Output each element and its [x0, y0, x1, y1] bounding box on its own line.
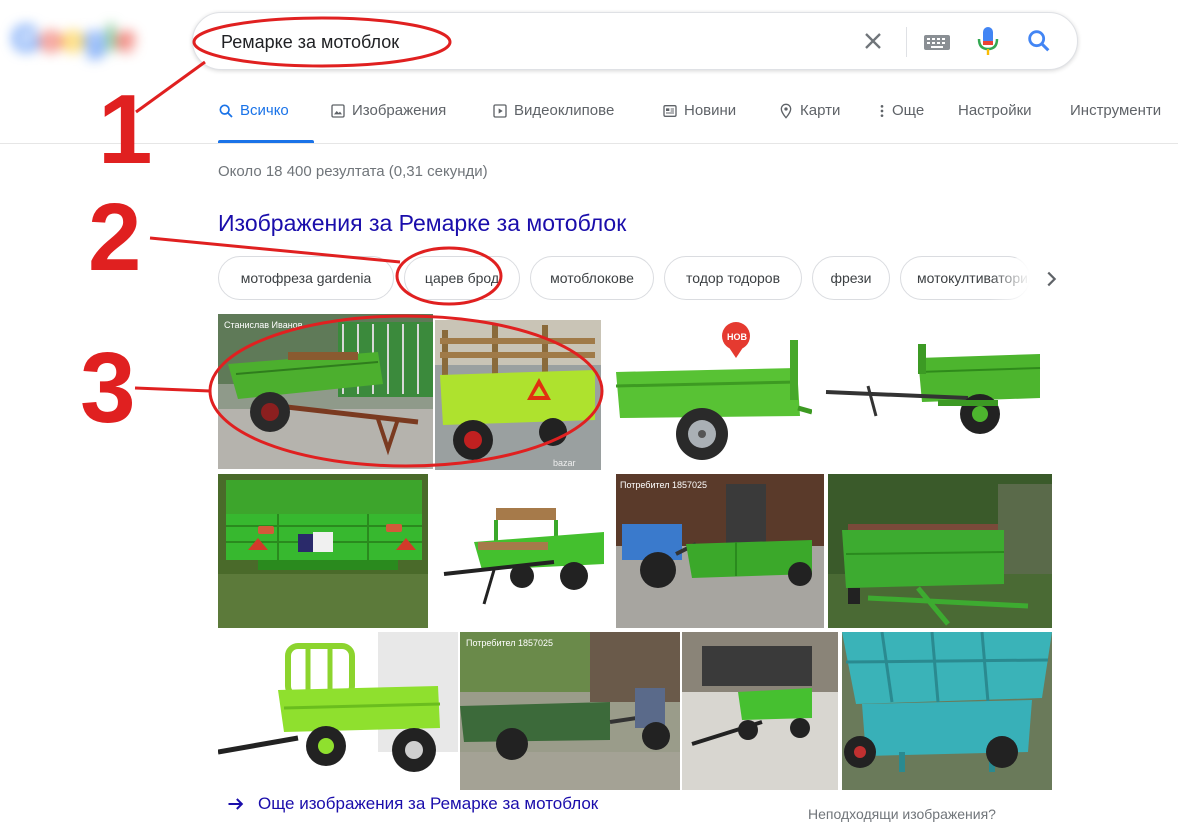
more-images-link[interactable]: Още изображения за Ремарке за мотоблок — [226, 794, 598, 814]
tabs-divider — [0, 143, 1178, 144]
chip-label: фрези — [830, 270, 872, 286]
image-thumb-11[interactable] — [682, 632, 838, 790]
image-thumb-12[interactable] — [842, 632, 1052, 790]
chip-label: царев брод — [424, 270, 500, 286]
image-thumb-5[interactable] — [218, 474, 428, 628]
unsuitable-images-link[interactable]: Неподходящи изображения? — [808, 806, 996, 822]
image-thumb-9[interactable] — [218, 632, 458, 790]
tab-settings-label: Настройки — [958, 102, 1032, 119]
image-icon — [331, 104, 345, 118]
annotation-line-3 — [134, 386, 211, 393]
image-thumb-8[interactable] — [828, 474, 1052, 628]
search-input[interactable] — [221, 27, 741, 57]
microphone-icon[interactable] — [976, 25, 1000, 57]
search-icon — [219, 104, 233, 118]
tab-images-label: Изображения — [352, 102, 447, 119]
chip-label: мотофреза gardenia — [240, 270, 372, 286]
tab-tools[interactable]: Инструменти — [1070, 102, 1161, 132]
search-box[interactable] — [192, 12, 1078, 70]
google-logo[interactable]: Google — [12, 18, 142, 62]
image-thumb-4[interactable] — [818, 316, 1052, 470]
thumb-caption: Станислав Иванов — [224, 320, 303, 330]
chip-frezi[interactable]: фрези — [812, 256, 890, 300]
image-thumb-2[interactable]: bazar — [435, 320, 601, 470]
svg-text:bazar: bazar — [553, 458, 576, 468]
image-thumb-10[interactable]: Потребител 1857025 — [460, 632, 680, 790]
tab-videos-label: Видеоклипове — [514, 102, 615, 119]
chip-motofreza[interactable]: мотофреза gardenia — [218, 256, 394, 300]
tab-maps-label: Карти — [800, 102, 841, 119]
chip-label: тодор тодоров — [685, 270, 781, 286]
result-stats: Около 18 400 резултата (0,31 секунди) — [218, 163, 488, 180]
keyboard-icon[interactable] — [923, 32, 951, 52]
thumb-caption: Потребител 1857025 — [466, 638, 553, 648]
images-heading[interactable]: Изображения за Ремарке за мотоблок — [218, 210, 626, 237]
more-vert-icon — [880, 105, 884, 117]
tab-maps[interactable]: Карти — [778, 102, 840, 132]
tab-all-label: Всичко — [240, 102, 289, 119]
video-icon — [493, 104, 507, 118]
image-thumb-3[interactable]: НОВ — [612, 316, 812, 470]
annotation-number-1: 1 — [98, 74, 153, 184]
chevron-right-icon[interactable] — [1040, 268, 1062, 290]
annotation-number-3: 3 — [80, 332, 136, 444]
clear-icon[interactable] — [859, 27, 887, 55]
chips-fade — [990, 258, 1030, 300]
news-icon — [663, 105, 677, 117]
tab-all[interactable]: Всичко — [218, 102, 289, 132]
new-badge: НОВ — [727, 332, 748, 342]
map-pin-icon — [780, 103, 792, 119]
more-images-label: Още изображения за Ремарке за мотоблок — [258, 794, 599, 813]
chip-tsarev-brod[interactable]: царев брод — [404, 256, 520, 300]
chip-motoblokove[interactable]: мотоблокове — [530, 256, 654, 300]
image-thumb-6[interactable] — [434, 474, 614, 628]
search-divider — [906, 27, 907, 57]
search-icon[interactable] — [1025, 27, 1053, 55]
arrow-right-icon — [228, 798, 244, 810]
tab-more-label: Още — [892, 102, 925, 119]
tab-more[interactable]: Още — [878, 102, 924, 132]
tab-news-label: Новини — [684, 102, 737, 119]
image-thumb-7[interactable]: Потребител 1857025 — [616, 474, 824, 628]
tab-news[interactable]: Новини — [662, 102, 736, 132]
tab-videos[interactable]: Видеоклипове — [492, 102, 614, 132]
annotation-number-2: 2 — [88, 184, 142, 291]
tab-tools-label: Инструменти — [1070, 102, 1162, 119]
image-thumb-1[interactable]: Станислав Иванов — [218, 314, 433, 469]
tab-settings[interactable]: Настройки — [958, 102, 1032, 132]
chip-todor-todorov[interactable]: тодор тодоров — [664, 256, 802, 300]
chip-label: мотоблокове — [550, 270, 634, 286]
thumb-caption: Потребител 1857025 — [620, 480, 707, 490]
tab-images[interactable]: Изображения — [330, 102, 446, 132]
